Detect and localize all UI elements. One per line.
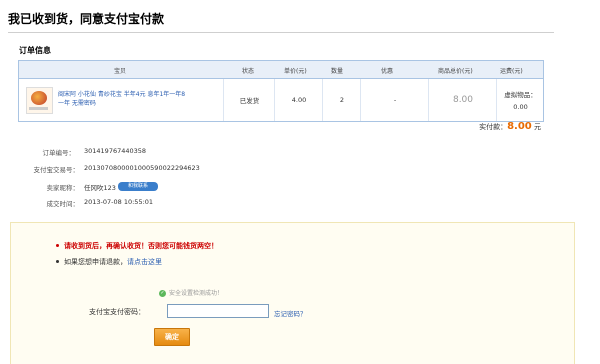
trade-no-label: 支付宝交易号：: [33, 166, 80, 174]
shipping-value: 0.00: [513, 103, 528, 111]
quantity: 2: [339, 96, 345, 104]
confirm-button[interactable]: 确定: [154, 328, 190, 346]
product-image-icon: [31, 91, 47, 105]
page-title: 我已收到货，同意支付宝付款: [8, 12, 165, 26]
confirm-panel: 请收到货后，再确认收货！否则您可能钱货两空！ 如果您想申请退款，请点击这里 ✓ …: [10, 222, 575, 364]
seller-label: 卖家昵称：: [46, 184, 80, 192]
order-table: 宝贝 状态 单价(元) 数量 优惠 商品总价(元) 运费(元) 闽宋阿 小花仙 …: [18, 60, 544, 122]
title-divider: [8, 32, 554, 33]
seller-name: 任冈吹123: [84, 184, 116, 192]
header-unit-price: 单价(元): [284, 68, 307, 75]
contact-seller-button[interactable]: 和我联系: [118, 182, 158, 191]
table-row: 闽宋阿 小花仙 青纱花宝 半年4元 息年1年一年8一年 无需密码 已发货 4.0…: [19, 79, 543, 121]
paid-label: 实付款：: [479, 123, 508, 131]
trade-no: 2013070800001000590022294623: [84, 164, 200, 172]
product-name-link[interactable]: 闽宋阿 小花仙 青纱花宝 半年4元 息年1年一年8一年 无需密码: [58, 90, 188, 108]
unit-price: 4.00: [291, 96, 307, 104]
table-header: 宝贝 状态 单价(元) 数量 优惠 商品总价(元) 运费(元): [19, 61, 543, 79]
order-no: 301419767440358: [84, 147, 147, 155]
time-label: 成交时间：: [46, 200, 80, 208]
header-quantity: 数量: [331, 68, 344, 75]
refund-line: 如果您想申请退款，请点击这里: [64, 257, 162, 267]
password-label: 支付宝支付密码：: [89, 308, 145, 316]
order-no-label: 订单编号：: [42, 149, 76, 157]
refund-bullet: [56, 260, 59, 263]
forgot-password-link[interactable]: 忘记密码？: [274, 308, 307, 318]
warning-text: 请收到货后，再确认收货！否则您可能钱货两空！: [64, 242, 218, 250]
safe-text: 安全设置检测成功！: [169, 290, 224, 297]
refund-link[interactable]: 请点击这里: [127, 258, 162, 266]
paid-amount: 8.00: [507, 121, 532, 132]
discount: -: [393, 96, 397, 104]
deal-time: 2013-07-08 10:55:01: [84, 198, 154, 206]
paid-amount-line: 实付款：8.00 元: [0, 121, 541, 132]
header-shipping: 运费(元): [500, 68, 523, 75]
header-discount: 优惠: [381, 68, 394, 75]
status-text: 已发货: [239, 97, 260, 105]
total-price: 8.00: [452, 95, 474, 105]
product-thumbnail[interactable]: [26, 87, 53, 114]
password-input[interactable]: [167, 304, 269, 318]
header-status: 状态: [242, 68, 255, 75]
header-total: 商品总价(元): [438, 68, 473, 75]
warning-bullet: [56, 244, 59, 247]
header-item: 宝贝: [114, 68, 127, 75]
section-title: 订单信息: [19, 46, 51, 55]
paid-unit: 元: [534, 123, 541, 131]
shipping-label: 虚拟物品：: [504, 91, 537, 99]
check-icon: ✓: [159, 290, 166, 297]
refund-text: 如果您想申请退款，: [64, 258, 127, 266]
